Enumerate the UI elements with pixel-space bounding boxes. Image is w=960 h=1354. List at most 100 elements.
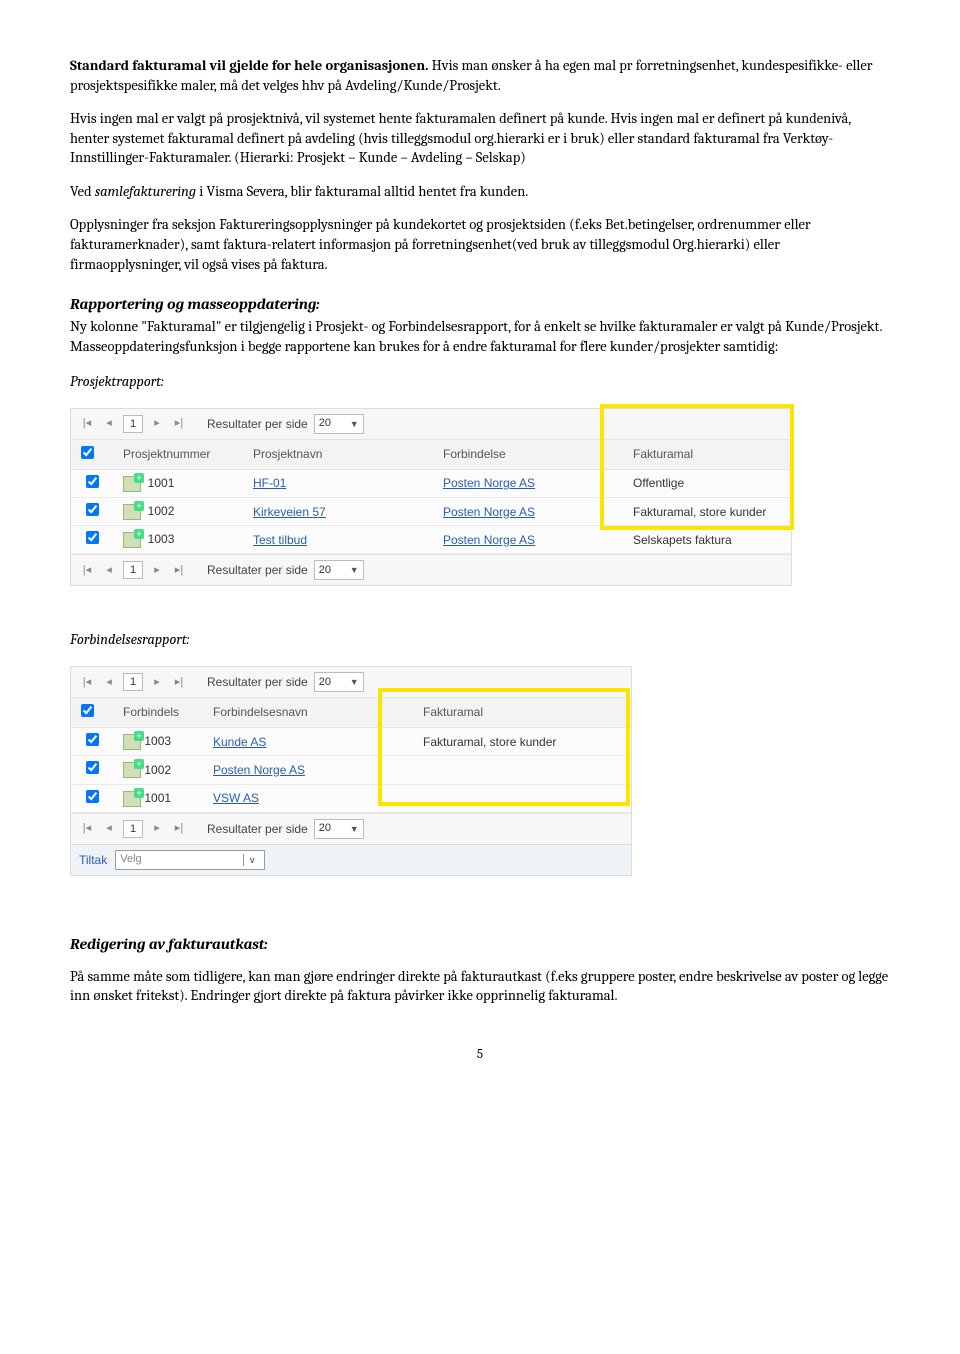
pager-next-icon[interactable]: ▸	[149, 562, 165, 578]
row-checkbox[interactable]	[86, 475, 99, 488]
pager-next-icon[interactable]: ▸	[149, 416, 165, 432]
subhead-forbindelsesrapport: Forbindelsesrapport:	[70, 630, 890, 650]
p3a: Ved	[70, 183, 95, 200]
table-row: 1003 Kunde AS Fakturamal, store kunder	[71, 728, 631, 756]
pager-top: |◂ ◂ 1 ▸ ▸| Resultater per side 20 ▼	[71, 667, 631, 698]
results-per-page-select[interactable]: 20 ▼	[314, 414, 364, 434]
header-row: Forbindels Forbindelsesnavn Fakturamal	[71, 698, 631, 728]
pager-first-icon[interactable]: |◂	[79, 821, 95, 837]
cell-mal: Fakturamal, store kunder	[623, 498, 791, 526]
cell-num: 1001	[148, 476, 175, 490]
cell-mal: Fakturamal, store kunder	[413, 728, 631, 756]
pager-prev-icon[interactable]: ◂	[101, 674, 117, 690]
cell-num: 1003	[144, 734, 171, 748]
select-all-header[interactable]	[71, 440, 113, 470]
col-forbindelse[interactable]: Forbindelse	[433, 440, 623, 470]
account-icon[interactable]	[123, 762, 141, 778]
account-link[interactable]: VSW AS	[213, 791, 259, 805]
tiltak-value: Velg	[120, 852, 141, 867]
project-link[interactable]: HF-01	[253, 476, 286, 490]
pager-next-icon[interactable]: ▸	[149, 674, 165, 690]
results-per-page-label: Resultater per side	[207, 416, 308, 432]
pager-first-icon[interactable]: |◂	[79, 562, 95, 578]
results-per-page-label: Resultater per side	[207, 674, 308, 690]
results-per-page-select[interactable]: 20 ▼	[314, 560, 364, 580]
results-per-page-label: Resultater per side	[207, 821, 308, 837]
section-rapportering-title: Rapportering og masseoppdatering:	[70, 294, 890, 315]
table-row: 1002 Posten Norge AS	[71, 756, 631, 784]
pager-bottom: |◂ ◂ 1 ▸ ▸| Resultater per side 20 ▼	[71, 813, 631, 844]
cell-num: 1002	[148, 504, 175, 518]
forbindelse-link[interactable]: Posten Norge AS	[443, 505, 535, 519]
p1-lead: Standard fakturamal vil gjelde for hele …	[70, 57, 428, 74]
row-checkbox[interactable]	[86, 503, 99, 516]
results-per-page-select[interactable]: 20 ▼	[314, 819, 364, 839]
select-all-checkbox[interactable]	[81, 446, 94, 459]
pager-bottom: |◂ ◂ 1 ▸ ▸| Resultater per side 20 ▼	[71, 554, 791, 585]
prosjektrapport-grid: |◂ ◂ 1 ▸ ▸| Resultater per side 20 ▼ Pro…	[70, 408, 792, 587]
results-value: 20	[319, 563, 331, 578]
results-per-page-select[interactable]: 20 ▼	[314, 672, 364, 692]
forbindelse-link[interactable]: Posten Norge AS	[443, 533, 535, 547]
p3b: i Visma Severa, blir fakturamal alltid h…	[196, 183, 528, 200]
dropdown-icon: v	[243, 854, 260, 866]
project-icon[interactable]	[123, 504, 141, 520]
pager-page-input[interactable]: 1	[123, 820, 143, 838]
col-prosjektnavn[interactable]: Prosjektnavn	[243, 440, 433, 470]
pager-page-input[interactable]: 1	[123, 415, 143, 433]
section-rapportering-body: Ny kolonne "Fakturamal" er tilgjengelig …	[70, 317, 890, 356]
pager-last-icon[interactable]: ▸|	[171, 674, 187, 690]
p3-em: samlefakturering	[95, 183, 196, 200]
select-all-checkbox[interactable]	[81, 704, 94, 717]
pager-page-input[interactable]: 1	[123, 673, 143, 691]
cell-num: 1001	[144, 791, 171, 805]
account-icon[interactable]	[123, 734, 141, 750]
subhead-prosjektrapport: Prosjektrapport:	[70, 372, 890, 392]
pager-prev-icon[interactable]: ◂	[101, 416, 117, 432]
cell-mal	[413, 784, 631, 812]
forbindelsesrapport-grid: |◂ ◂ 1 ▸ ▸| Resultater per side 20 ▼ For…	[70, 666, 632, 876]
tiltak-select[interactable]: Velg v	[115, 850, 265, 870]
pager-next-icon[interactable]: ▸	[149, 821, 165, 837]
results-value: 20	[319, 416, 331, 431]
pager-last-icon[interactable]: ▸|	[171, 562, 187, 578]
project-icon[interactable]	[123, 532, 141, 548]
tiltak-label: Tiltak	[79, 852, 107, 868]
results-per-page-label: Resultater per side	[207, 562, 308, 578]
paragraph-1: Standard fakturamal vil gjelde for hele …	[70, 56, 890, 95]
select-all-header[interactable]	[71, 698, 113, 728]
cell-mal: Selskapets faktura	[623, 526, 791, 554]
pager-prev-icon[interactable]: ◂	[101, 562, 117, 578]
caret-down-icon: ▼	[350, 823, 359, 835]
paragraph-3: Ved samlefakturering i Visma Severa, bli…	[70, 182, 890, 202]
account-icon[interactable]	[123, 791, 141, 807]
pager-last-icon[interactable]: ▸|	[171, 821, 187, 837]
paragraph-4: Opplysninger fra seksjon Faktureringsopp…	[70, 215, 890, 274]
col-prosjektnummer[interactable]: Prosjektnummer	[113, 440, 243, 470]
col-forbindelsesnavn[interactable]: Forbindelsesnavn	[203, 698, 413, 728]
row-checkbox[interactable]	[86, 733, 99, 746]
cell-num: 1003	[148, 532, 175, 546]
row-checkbox[interactable]	[86, 761, 99, 774]
col-fakturamal[interactable]: Fakturamal	[623, 440, 791, 470]
cell-mal	[413, 756, 631, 784]
col-forbindels[interactable]: Forbindels	[113, 698, 203, 728]
pager-last-icon[interactable]: ▸|	[171, 416, 187, 432]
row-checkbox[interactable]	[86, 790, 99, 803]
project-link[interactable]: Test tilbud	[253, 533, 307, 547]
project-link[interactable]: Kirkeveien 57	[253, 505, 326, 519]
pager-prev-icon[interactable]: ◂	[101, 821, 117, 837]
account-link[interactable]: Posten Norge AS	[213, 763, 305, 777]
caret-down-icon: ▼	[350, 676, 359, 688]
caret-down-icon: ▼	[350, 418, 359, 430]
forbindelse-link[interactable]: Posten Norge AS	[443, 476, 535, 490]
pager-page-input[interactable]: 1	[123, 561, 143, 579]
pager-first-icon[interactable]: |◂	[79, 674, 95, 690]
project-icon[interactable]	[123, 476, 141, 492]
paragraph-2: Hvis ingen mal er valgt på prosjektnivå,…	[70, 109, 890, 168]
row-checkbox[interactable]	[86, 531, 99, 544]
pager-first-icon[interactable]: |◂	[79, 416, 95, 432]
col-fakturamal[interactable]: Fakturamal	[413, 698, 631, 728]
account-link[interactable]: Kunde AS	[213, 735, 266, 749]
table-row: 1001 HF-01 Posten Norge AS Offentlige	[71, 469, 791, 497]
